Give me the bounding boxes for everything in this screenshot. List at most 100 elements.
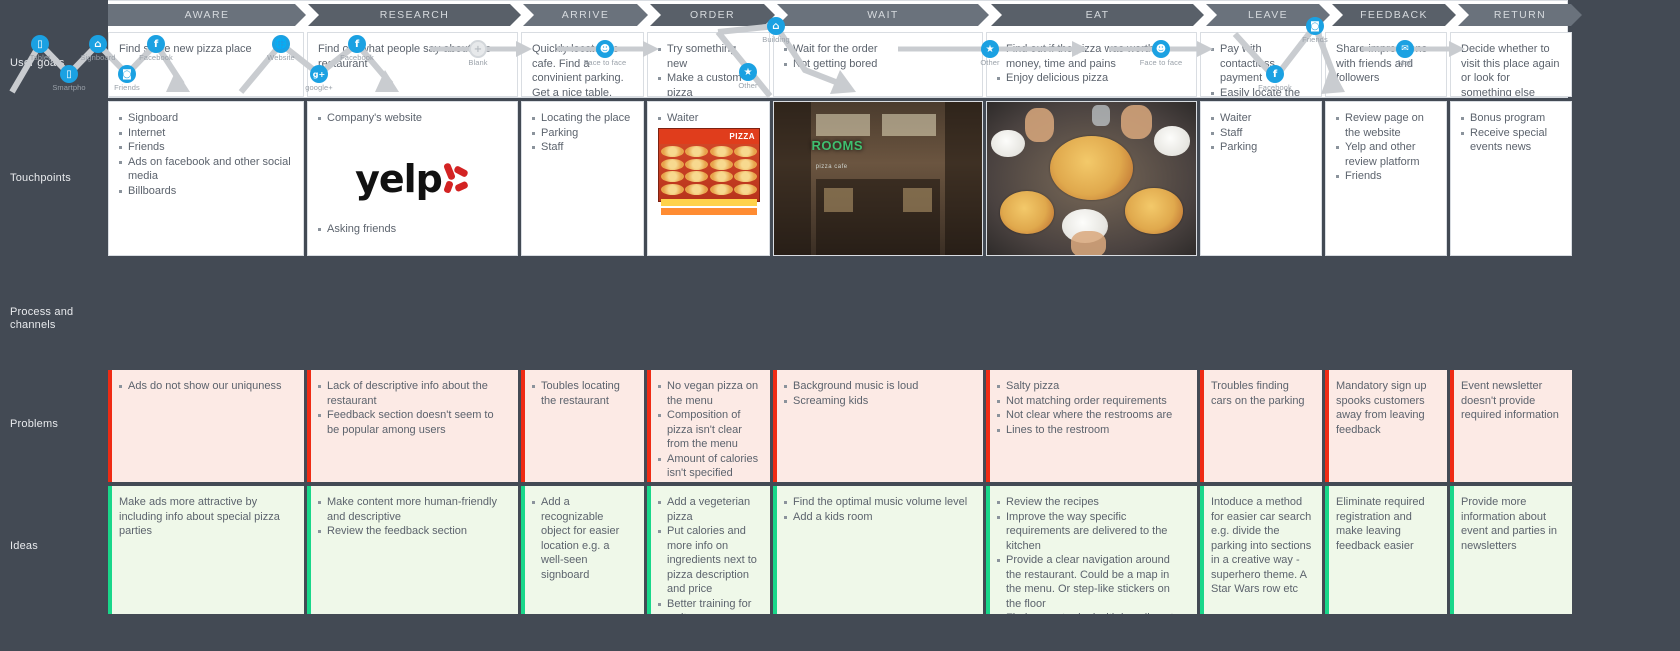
list-item: Make content more human-friendly and des… (318, 495, 508, 524)
cell-text: Intoduce a method for easier car search … (1211, 496, 1312, 595)
facebook-icon: f (348, 35, 366, 53)
list-item: Add a kids room (784, 510, 973, 525)
list-item: Parking (1211, 140, 1311, 155)
node-label: Facebook (340, 53, 374, 62)
list-item: Internet (119, 126, 293, 141)
cell-touchpoints-arrive[interactable]: Locating the place Parking Staff (521, 101, 644, 256)
list-item: Lack of descriptive info about the resta… (318, 379, 508, 408)
cell-problems-feedback[interactable]: Mandatory sign up spooks customers away … (1325, 370, 1447, 482)
cell-problems-research[interactable]: Lack of descriptive info about the resta… (307, 370, 518, 482)
list-item: Staff (532, 140, 633, 155)
node-label: Blank (468, 58, 488, 67)
cell-text: Decide whether to visit this place again… (1461, 43, 1560, 97)
cell-problems-order[interactable]: No vegan pizza on the menu Composition o… (647, 370, 770, 482)
bullet-list: Salty pizza Not matching order requireme… (997, 379, 1187, 437)
yelp-wordmark: yelp (355, 157, 443, 202)
pizza-table-photo (987, 102, 1196, 255)
list-item: Add a recognizable object for easier loc… (532, 495, 634, 582)
photo-sign-text: ROOMS (811, 137, 864, 153)
bullet-list: Bonus program Receive special events new… (1461, 111, 1561, 155)
list-item: Screaming kids (784, 394, 973, 409)
process-segment-wait: ⌂ Building ★ Other (670, 0, 882, 98)
cell-touchpoints-return[interactable]: Bonus program Receive special events new… (1450, 101, 1572, 256)
bullet-list: Review the recipes Improve the way speci… (997, 495, 1187, 614)
building-icon: ⌂ (767, 17, 785, 35)
row-touchpoints: Signboard Internet Friends Ads on facebo… (108, 101, 1676, 256)
list-item: Staff (1211, 126, 1311, 141)
bullet-list: Add a recognizable object for easier loc… (532, 495, 634, 582)
cell-touchpoints-wait[interactable]: ROOMS pizza cafe (773, 101, 983, 256)
process-segment-aware: ▯ Tablet ⌂ Signboard f Facebook ▯ Smartp… (0, 0, 198, 98)
cell-problems-aware[interactable]: Ads do not show our uniquness (108, 370, 304, 482)
node-label: Face to face (1139, 58, 1183, 67)
list-item: Company's website (318, 111, 507, 126)
list-item: Review the recipes (997, 495, 1187, 510)
cell-touchpoints-aware[interactable]: Signboard Internet Friends Ads on facebo… (108, 101, 304, 256)
list-item: Receive special events news (1461, 126, 1561, 155)
cell-problems-eat[interactable]: Salty pizza Not matching order requireme… (986, 370, 1197, 482)
cell-touchpoints-research[interactable]: Company's website yelp Asking friends (307, 101, 518, 256)
node-label: Facebook (1258, 83, 1292, 92)
cell-ideas-return[interactable]: Provide more information about event and… (1450, 486, 1572, 614)
cell-problems-wait[interactable]: Background music is loud Screaming kids (773, 370, 983, 482)
menu-photo-items (659, 144, 759, 197)
cell-touchpoints-feedback[interactable]: Review page on the website Yelp and othe… (1325, 101, 1447, 256)
blank-icon: + (469, 40, 487, 58)
cell-ideas-leave[interactable]: Intoduce a method for easier car search … (1200, 486, 1322, 614)
bullet-list-secondary: Asking friends (318, 222, 507, 237)
row-label-process-and-channels: Process and channels (10, 306, 74, 331)
restaurant-interior-photo: ROOMS pizza cafe (774, 102, 982, 255)
list-item: Waiter (1211, 111, 1311, 126)
process-segment-feedback: ◙ Friends f Facebook (1225, 0, 1349, 98)
list-item: Composition of pizza isn't clear from th… (658, 408, 760, 452)
row-label-ideas: Ideas (10, 540, 38, 552)
cell-touchpoints-leave[interactable]: Waiter Staff Parking (1200, 101, 1322, 256)
mail-icon: ✉ (1396, 40, 1414, 58)
row-ideas: Make ads more attractive by including in… (108, 486, 1676, 614)
bullet-list: Find the optimal music volume level Add … (784, 495, 973, 524)
cell-ideas-arrive[interactable]: Add a recognizable object for easier loc… (521, 486, 644, 614)
process-segment-order: ☻ Face to face (543, 0, 668, 98)
cell-ideas-eat[interactable]: Review the recipes Improve the way speci… (986, 486, 1197, 614)
cell-ideas-aware[interactable]: Make ads more attractive by including in… (108, 486, 304, 614)
node-label: Other (738, 81, 758, 90)
list-item: Put calories and more info on ingredient… (658, 524, 760, 597)
list-item: Friends (1336, 169, 1436, 184)
cell-ideas-wait[interactable]: Find the optimal music volume level Add … (773, 486, 983, 614)
globe-icon: 🌐 (272, 35, 290, 53)
cell-problems-arrive[interactable]: Toubles locating the restaurant (521, 370, 644, 482)
google-plus-icon: g+ (310, 65, 328, 83)
node-label: Friends (114, 83, 140, 92)
list-item: Find the optimal music volume level (784, 495, 973, 510)
row-label-problems: Problems (10, 418, 59, 430)
tablet-icon: ▯ (31, 35, 49, 53)
list-item: Ads on facebook and other social media (119, 155, 293, 184)
home-icon: ⌂ (89, 35, 107, 53)
row-problems: Ads do not show our uniquness Lack of de… (108, 370, 1676, 482)
cell-problems-return[interactable]: Event newsletter doesn't provide require… (1450, 370, 1572, 482)
cell-touchpoints-eat[interactable] (986, 101, 1197, 256)
phase-return[interactable]: RETURN (1458, 4, 1582, 26)
node-label: Building (762, 35, 790, 44)
cell-ideas-feedback[interactable]: Eliminate required registration and make… (1325, 486, 1447, 614)
bullet-list: No vegan pizza on the menu Composition o… (658, 379, 760, 482)
node-label: Friends (1302, 35, 1328, 44)
node-label: google+ (305, 83, 333, 92)
facebook-icon: f (1266, 65, 1284, 83)
process-segment-leave: ☻ Face to face (1099, 0, 1223, 98)
node-label: Facebook (139, 53, 173, 62)
cell-ideas-order[interactable]: Add a vegeterian pizza Put calories and … (647, 486, 770, 614)
bullet-list: Make content more human-friendly and des… (318, 495, 508, 539)
cell-ideas-research[interactable]: Make content more human-friendly and des… (307, 486, 518, 614)
bullet-list: Background music is loud Screaming kids (784, 379, 973, 408)
node-label: Website (267, 53, 295, 62)
pizza-menu-photo: PIZZA (658, 128, 760, 215)
bullet-list: Locating the place Parking Staff (532, 111, 633, 155)
list-item: Bonus program (1461, 111, 1561, 126)
cell-text: Mandatory sign up spooks customers away … (1336, 380, 1427, 436)
cell-problems-leave[interactable]: Troubles finding cars on the parking (1200, 370, 1322, 482)
list-item: Billboards (119, 184, 293, 199)
yelp-logo-icon: yelp (318, 150, 507, 210)
cell-touchpoints-order[interactable]: Waiter Menu PIZZA (647, 101, 770, 256)
bullet-list: Lack of descriptive info about the resta… (318, 379, 508, 437)
